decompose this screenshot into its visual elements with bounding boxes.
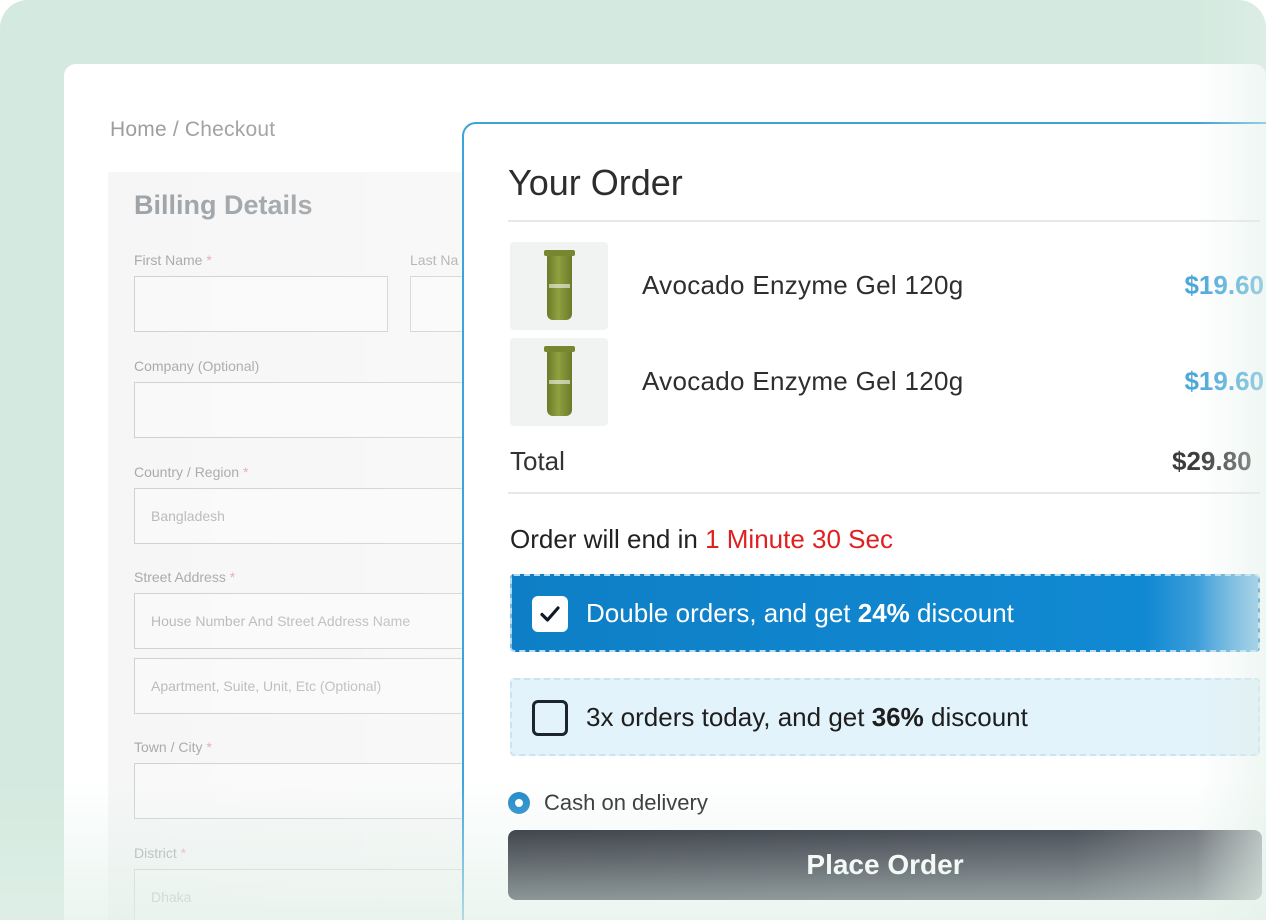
item-name: Avocado Enzyme Gel 120g <box>642 270 964 300</box>
checkmark-icon <box>540 606 560 622</box>
district-label-text: District <box>134 845 177 861</box>
total-label: Total <box>510 446 565 476</box>
required-mark: * <box>180 845 187 861</box>
offer-discount: 36% <box>871 702 924 732</box>
item-price: $19.60 <box>1184 366 1264 396</box>
order-summary-card: Your Order Avocado Enzyme Gel 120g $19.6… <box>462 122 1266 920</box>
required-mark: * <box>206 739 212 755</box>
offer-text: Double orders, and get 24% discount <box>586 598 1014 629</box>
street-label-text: Street Address <box>134 569 226 585</box>
product-thumbnail <box>510 242 608 330</box>
order-timer: Order will end in 1 Minute 30 Sec <box>510 524 893 555</box>
first-name-label-text: First Name <box>134 252 203 268</box>
product-tube-icon <box>544 250 575 320</box>
divider <box>508 220 1260 222</box>
offer-double-orders[interactable]: Double orders, and get 24% discount <box>510 574 1260 652</box>
place-order-button[interactable]: Place Order <box>508 830 1262 900</box>
offer-checkbox-checked[interactable] <box>532 596 568 632</box>
order-title: Your Order <box>508 162 683 203</box>
product-tube-icon <box>544 346 575 416</box>
divider <box>508 492 1260 494</box>
offer-discount: 24% <box>857 598 910 628</box>
offer-prefix: Double orders, and get <box>586 598 851 628</box>
district-label: District * <box>134 845 186 861</box>
country-label-text: Country / Region <box>134 464 240 480</box>
required-mark: * <box>229 569 236 585</box>
city-label: Town / City * <box>134 739 212 755</box>
offer-text: 3x orders today, and get 36% discount <box>586 702 1028 733</box>
city-label-text: Town / City <box>134 739 203 755</box>
offer-triple-orders[interactable]: 3x orders today, and get 36% discount <box>510 678 1260 756</box>
app-frame: Home / Checkout Billing Details First Na… <box>0 0 1266 920</box>
item-name: Avocado Enzyme Gel 120g <box>642 366 964 396</box>
order-item: Avocado Enzyme Gel 120g $19.60 <box>510 242 1264 330</box>
offer-suffix: discount <box>931 702 1028 732</box>
total-value: $29.80 <box>1172 446 1252 476</box>
breadcrumb[interactable]: Home / Checkout <box>110 118 275 142</box>
offer-suffix: discount <box>917 598 1014 628</box>
company-label: Company (Optional) <box>134 358 260 374</box>
timer-countdown: 1 Minute 30 Sec <box>705 524 893 554</box>
country-label: Country / Region * <box>134 464 248 480</box>
first-name-input[interactable] <box>134 276 388 332</box>
item-price: $19.60 <box>1184 270 1264 300</box>
first-name-label: First Name * <box>134 252 212 268</box>
product-thumbnail <box>510 338 608 426</box>
street-label: Street Address * <box>134 569 235 585</box>
timer-prefix: Order will end in <box>510 524 698 554</box>
offer-checkbox-unchecked[interactable] <box>532 700 568 736</box>
last-name-label: Last Na <box>410 252 458 268</box>
billing-title: Billing Details <box>134 190 313 220</box>
required-mark: * <box>206 252 212 268</box>
required-mark: * <box>242 464 249 480</box>
payment-method-label: Cash on delivery <box>544 790 708 815</box>
offer-prefix: 3x orders today, and get <box>586 702 865 732</box>
order-item: Avocado Enzyme Gel 120g $19.60 <box>510 338 1264 426</box>
radio-selected-icon[interactable] <box>508 792 530 814</box>
last-name-label-text: Last Na <box>410 252 459 268</box>
